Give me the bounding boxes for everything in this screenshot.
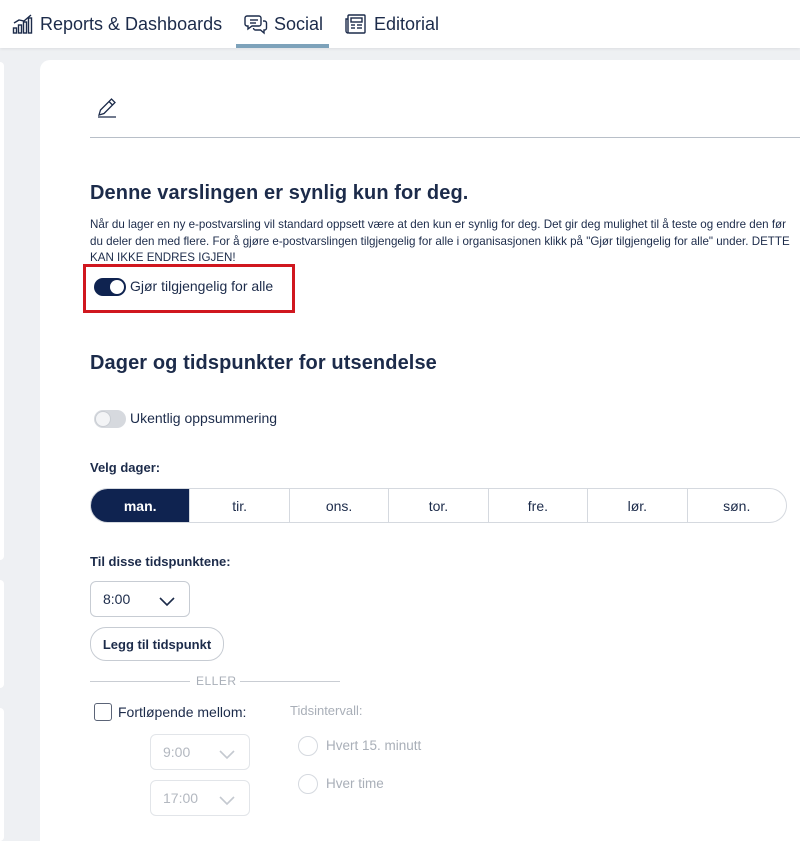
visibility-description: Når du lager en ny e-postvarsling vil st…: [90, 218, 790, 264]
interval-option-label: Hver time: [326, 776, 384, 791]
day-thursday[interactable]: tor.: [388, 489, 487, 522]
day-monday[interactable]: man.: [91, 489, 190, 522]
day-wednesday[interactable]: ons.: [288, 489, 388, 522]
day-friday[interactable]: fre.: [487, 489, 587, 522]
newspaper-icon: [344, 13, 368, 35]
continuous-checkbox[interactable]: [94, 703, 112, 721]
divider-line: [240, 681, 340, 682]
from-time-value: 9:00: [163, 744, 191, 760]
day-saturday[interactable]: lør.: [587, 489, 686, 522]
day-sunday[interactable]: søn.: [686, 489, 786, 522]
add-time-button[interactable]: Legg til tidspunkt: [90, 627, 224, 661]
continuous-label: Fortløpende mellom:: [118, 704, 247, 720]
side-panel-edge: [0, 62, 4, 560]
chat-bubbles-icon: [244, 13, 268, 35]
tab-label: Editorial: [374, 13, 440, 34]
from-time-select[interactable]: 9:00: [150, 734, 250, 770]
visibility-heading: Denne varslingen er synlig kun for deg.: [90, 182, 469, 204]
interval-radio-hourly[interactable]: [298, 774, 318, 794]
side-panel-edge: [0, 580, 4, 688]
tab-label: Reports & Dashboards: [40, 13, 223, 34]
or-divider-text: ELLER: [196, 674, 237, 688]
title-input-underline[interactable]: [90, 137, 800, 138]
side-panel-edge: [0, 708, 4, 841]
day-tuesday[interactable]: tir.: [189, 489, 288, 522]
toggle-knob: [96, 412, 110, 426]
time-select-value: 8:00: [103, 591, 131, 607]
divider-line: [90, 681, 190, 682]
schedule-heading: Dager og tidspunkter for utsendelse: [90, 352, 437, 374]
tab-social[interactable]: Social: [236, 0, 329, 48]
tab-reports-dashboards[interactable]: Reports & Dashboards: [12, 0, 222, 48]
interval-label: Tidsintervall:: [290, 703, 363, 718]
highlight-box: [83, 264, 295, 313]
select-days-label: Velg dager:: [90, 460, 161, 475]
to-time-value: 17:00: [163, 790, 199, 806]
to-time-select[interactable]: 17:00: [150, 780, 250, 816]
weekly-summary-label: Ukentlig oppsummering: [130, 410, 278, 426]
chevron-down-icon: [219, 793, 235, 809]
interval-radio-15min[interactable]: [298, 736, 318, 756]
alert-settings-card: [40, 60, 800, 841]
interval-option-label: Hvert 15. minutt: [326, 738, 422, 753]
time-select[interactable]: 8:00: [90, 581, 190, 617]
pencil-edit-icon[interactable]: [96, 96, 118, 123]
tab-label: Social: [274, 13, 324, 34]
day-selector: man. tir. ons. tor. fre. lør. søn.: [90, 488, 787, 523]
top-navigation: Reports & Dashboards Social Editorial: [0, 0, 800, 48]
chevron-down-icon: [159, 594, 175, 610]
bar-chart-icon: [12, 13, 34, 35]
chevron-down-icon: [219, 747, 235, 763]
tab-editorial[interactable]: Editorial: [344, 0, 439, 48]
times-label: Til disse tidspunktene:: [90, 554, 231, 569]
weekly-summary-toggle[interactable]: [94, 410, 126, 428]
